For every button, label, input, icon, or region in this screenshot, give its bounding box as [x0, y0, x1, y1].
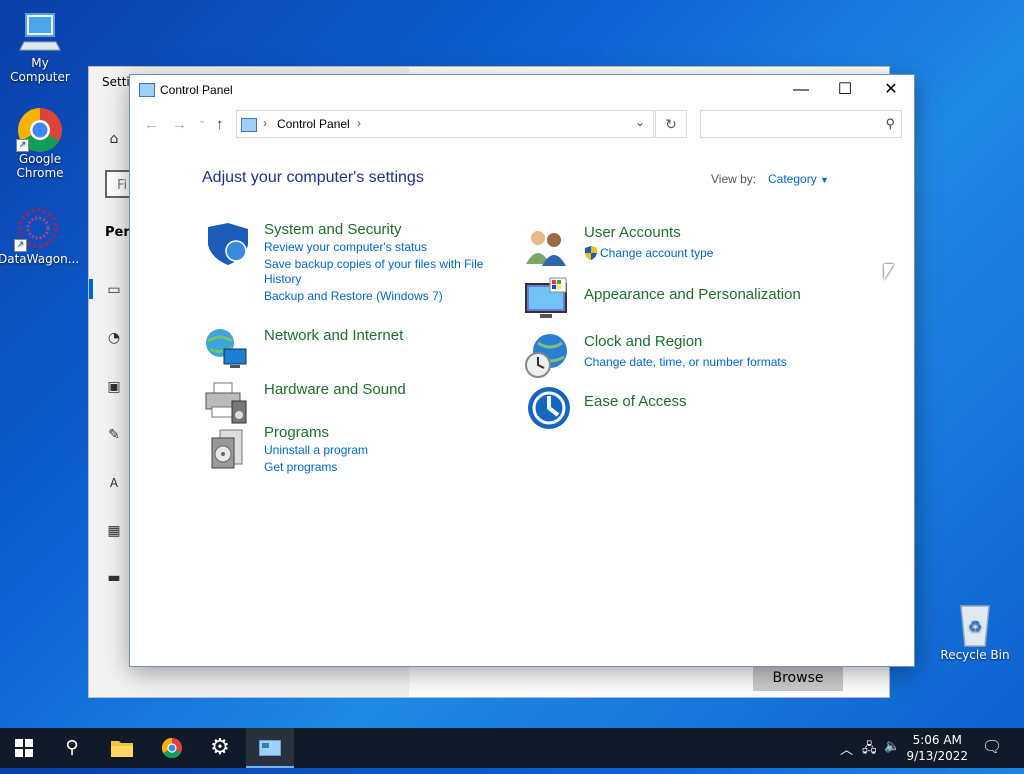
browse-button[interactable]: Browse	[753, 665, 843, 691]
category-link[interactable]: History	[264, 272, 301, 287]
taskbar: ⚲ ⚙ ︿ 🖧 🔈 5:06 AM 9/13/2022 🗨	[0, 728, 1024, 768]
users-icon	[524, 224, 570, 270]
fonts-icon[interactable]: A	[105, 474, 123, 492]
time: 5:06 AM	[912, 733, 962, 747]
printer-icon	[204, 381, 250, 427]
category-link[interactable]: Backup and Restore (Windows 7)	[264, 289, 443, 304]
settings-gear-icon[interactable]: ⚙	[196, 728, 244, 768]
background-icon[interactable]: ▭	[105, 281, 123, 299]
breadcrumb[interactable]: Control Panel	[277, 117, 350, 131]
start-icon[interactable]: ▦	[105, 522, 123, 540]
category-title[interactable]: Ease of Access	[584, 393, 687, 410]
network-tray-icon[interactable]: 🖧	[862, 739, 877, 761]
chevron-down-icon[interactable]: ⌄	[635, 115, 645, 129]
selection-indicator	[89, 279, 93, 299]
date: 9/13/2022	[906, 749, 968, 763]
programs-icon	[204, 424, 250, 470]
network-icon	[204, 327, 250, 373]
category-link[interactable]: Get programs	[264, 460, 337, 475]
category-link[interactable]: Save backup copies of your files with Fi…	[264, 257, 483, 272]
recent-locations-icon[interactable]: ⌄	[198, 115, 206, 126]
view-by-dropdown[interactable]: Category ▼	[768, 172, 829, 186]
themes-icon[interactable]: ✎	[105, 426, 123, 444]
breadcrumb-separator-icon[interactable]: ›	[357, 116, 361, 130]
control-panel-window[interactable]: Control Panel — ☐ ✕ ← → ⌄ ↑ › Control Pa…	[129, 74, 915, 667]
chrome-taskbar-icon[interactable]	[148, 728, 196, 768]
chrome-icon: ↗	[16, 106, 64, 152]
desktop-icon-recycle-bin[interactable]: ♻ Recycle Bin	[935, 602, 1015, 662]
up-arrow-icon[interactable]: ↑	[216, 116, 224, 133]
category-title[interactable]: User Accounts	[584, 224, 681, 241]
file-explorer-icon[interactable]	[98, 728, 146, 768]
lock-screen-icon[interactable]: ▣	[105, 378, 123, 396]
page-title: Adjust your computer's settings	[202, 169, 424, 186]
shortcut-arrow-icon: ↗	[14, 239, 27, 252]
volume-icon[interactable]: 🔈	[884, 739, 900, 754]
forward-arrow-icon[interactable]: →	[172, 116, 187, 133]
maximize-button[interactable]: ☐	[822, 75, 868, 105]
home-icon[interactable]: ⌂	[105, 130, 123, 148]
monitor-icon	[524, 276, 570, 322]
computer-icon	[16, 10, 64, 54]
desktop-icon-label: Google Chrome	[16, 152, 64, 180]
chevron-down-icon: ▼	[820, 175, 829, 185]
category-link[interactable]: Change account type	[600, 246, 713, 261]
control-panel-icon	[139, 83, 155, 97]
minimize-button[interactable]: —	[778, 75, 824, 105]
start-button[interactable]	[0, 728, 48, 768]
category-title[interactable]: Network and Internet	[264, 327, 403, 344]
breadcrumb-separator-icon[interactable]: ›	[263, 116, 267, 130]
search-input[interactable]: ⚲	[700, 110, 902, 138]
shortcut-arrow-icon: ↗	[16, 139, 29, 152]
control-panel-taskbar-icon[interactable]	[246, 728, 294, 768]
back-arrow-icon[interactable]: ←	[144, 116, 159, 133]
category-title[interactable]: System and Security	[264, 221, 402, 238]
refresh-button[interactable]: ↻	[655, 110, 687, 138]
uac-shield-icon	[584, 246, 598, 264]
close-button[interactable]: ✕	[868, 75, 914, 105]
desktop-icon-label: My Computer	[10, 56, 70, 84]
datawagon-icon: ↗	[14, 206, 62, 252]
view-by-value: Category	[768, 172, 817, 186]
category-title[interactable]: Programs	[264, 424, 329, 441]
recycle-bin-icon: ♻	[951, 602, 999, 647]
window-title: Control Panel	[160, 83, 233, 97]
clock-globe-icon	[524, 333, 570, 379]
category-title[interactable]: Appearance and Personalization	[584, 286, 801, 303]
windows-logo-icon	[15, 739, 33, 757]
view-by-label: View by:	[711, 172, 757, 186]
control-panel-icon	[241, 118, 257, 132]
search-icon[interactable]: ⚲	[48, 728, 96, 768]
mouse-cursor-icon	[884, 264, 894, 280]
svg-text:♻: ♻	[968, 617, 982, 636]
category-title[interactable]: Hardware and Sound	[264, 381, 406, 398]
desktop-icon-label: Recycle Bin	[940, 648, 1010, 662]
notifications-icon[interactable]: 🗨	[982, 737, 1002, 756]
desktop-icon-label: DataWagon...	[0, 252, 80, 266]
chevron-up-icon[interactable]: ︿	[840, 739, 853, 758]
category-title[interactable]: Clock and Region	[584, 333, 702, 350]
desktop-icon-google-chrome[interactable]: ↗ Google Chrome	[0, 106, 80, 180]
shield-icon	[204, 221, 250, 267]
search-icon: ⚲	[885, 116, 895, 131]
taskbar-clock[interactable]: 5:06 AM 9/13/2022	[906, 732, 968, 764]
category-link[interactable]: Uninstall a program	[264, 443, 368, 458]
colors-icon[interactable]: ◔	[105, 329, 123, 347]
category-link[interactable]: Change date, time, or number formats	[584, 355, 787, 370]
taskbar-icon[interactable]: ▬	[105, 569, 123, 587]
ease-of-access-icon	[526, 385, 572, 431]
address-bar[interactable]: › Control Panel › ⌄	[236, 110, 654, 138]
desktop-icon-my-computer[interactable]: My Computer	[0, 10, 80, 84]
desktop-icon-datawagon[interactable]: ↗ DataWagon...	[0, 206, 80, 266]
category-link[interactable]: Review your computer's status	[264, 240, 427, 255]
